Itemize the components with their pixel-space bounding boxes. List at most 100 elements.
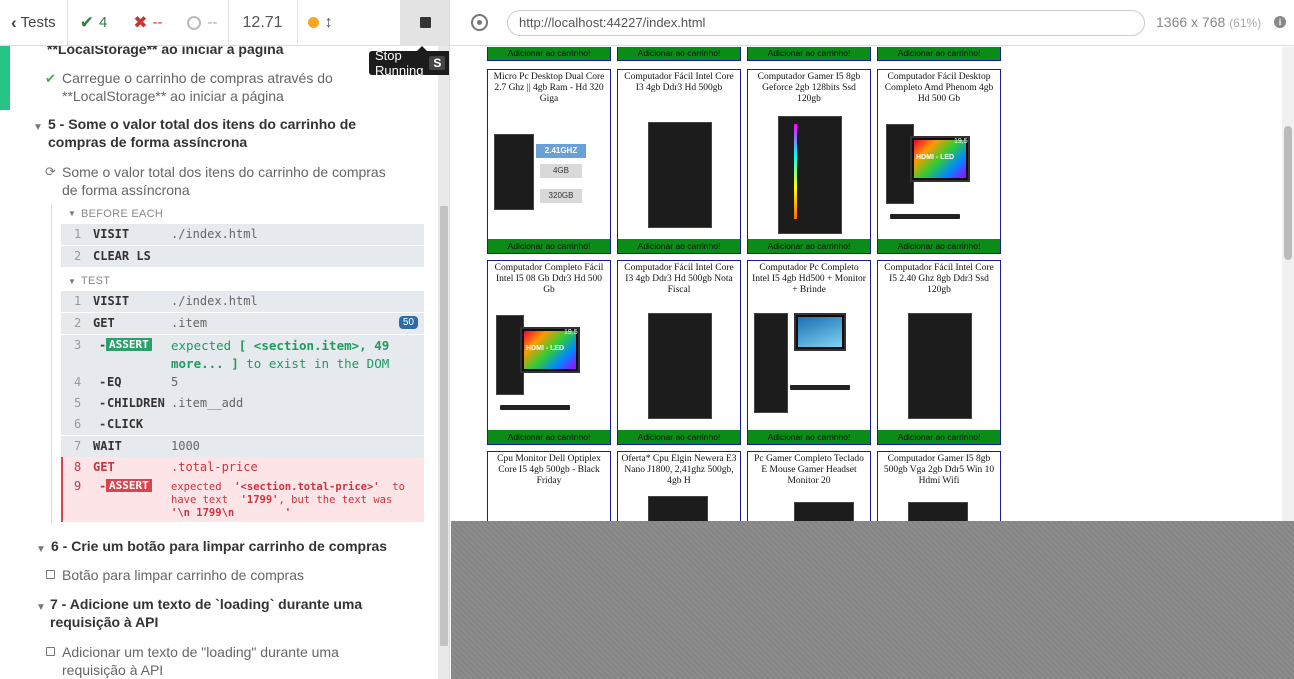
command-name: WAIT bbox=[93, 439, 122, 453]
aut-header: http://localhost:44227/index.html 1366 x… bbox=[450, 0, 1294, 46]
tests-button[interactable]: ‹ Tests bbox=[0, 0, 67, 46]
test-6-title[interactable]: Botão para limpar carrinho de compras bbox=[62, 566, 304, 584]
command-message: .item__add bbox=[171, 396, 244, 410]
product-item: Oferta* Cpu Elgin Newera E3 Nano J1800, … bbox=[617, 451, 741, 521]
add-to-cart-button[interactable]: Adicionar ao carrinho! bbox=[487, 47, 611, 61]
assert-badge: ASSERT bbox=[106, 338, 152, 351]
command-number: 9 bbox=[74, 479, 82, 493]
product-image bbox=[620, 305, 738, 427]
scroll-toggle-icon[interactable]: ↕ bbox=[325, 14, 333, 32]
aut-scrollbar-thumb[interactable] bbox=[1284, 126, 1292, 260]
failed-count: ✖ -- bbox=[119, 0, 176, 46]
selector-playground-icon[interactable] bbox=[471, 14, 488, 31]
before-each-header[interactable]: BEFORE EACH bbox=[81, 205, 163, 223]
failed-command-block[interactable]: 8 GET .total-price 9 - ASSERT expected '… bbox=[61, 457, 424, 522]
product-title: Computador Gamer I5 8gb Geforce 2gb 128b… bbox=[757, 72, 861, 104]
pending-value: -- bbox=[207, 14, 218, 31]
test-7-title[interactable]: Adicionar um texto de "loading" durante … bbox=[62, 643, 402, 679]
add-to-cart-button[interactable]: Adicionar ao carrinho! bbox=[488, 239, 610, 253]
command-message: .total-price bbox=[171, 460, 258, 474]
add-to-cart-button[interactable]: Adicionar ao carrinho! bbox=[748, 239, 870, 253]
product-image bbox=[750, 114, 868, 236]
tests-label: Tests bbox=[20, 14, 56, 31]
reporter-scrollbar-thumb[interactable] bbox=[440, 206, 448, 646]
pending-checkbox-icon bbox=[46, 570, 55, 579]
command-name: CHILDREN bbox=[107, 396, 165, 410]
command-row[interactable]: 1 VISIT ./index.html bbox=[61, 291, 424, 312]
add-to-cart-button[interactable]: Adicionar ao carrinho! bbox=[747, 47, 871, 61]
tooltip-label: Stop Running bbox=[375, 48, 424, 78]
add-to-cart-button[interactable]: Adicionar ao carrinho! bbox=[748, 430, 870, 444]
command-name: VISIT bbox=[93, 227, 130, 241]
product-title: Computador Completo Fácil Intel I5 08 Gb… bbox=[494, 263, 604, 295]
suite-5-title[interactable]: 5 - Some o valor total dos itens do carr… bbox=[48, 115, 418, 151]
add-to-cart-button[interactable]: Adicionar ao carrinho! bbox=[488, 430, 610, 444]
pending-checkbox-icon bbox=[46, 647, 55, 656]
product-title: Micro Pc Desktop Dual Core 2.7 Ghz || 4g… bbox=[493, 72, 605, 104]
caret-down-icon[interactable]: ▼ bbox=[33, 119, 43, 137]
caret-down-icon[interactable]: ▼ bbox=[68, 205, 76, 223]
command-row[interactable]: 2 CLEAR LS bbox=[61, 246, 424, 267]
suite-6-title[interactable]: 6 - Crie um botão para limpar carrinho d… bbox=[51, 537, 387, 555]
command-number: 8 bbox=[74, 460, 82, 474]
add-to-cart-button[interactable]: Adicionar ao carrinho! bbox=[878, 430, 1000, 444]
failed-value: -- bbox=[152, 14, 163, 31]
previous-suite-tail: **LocalStorage** ao iniciar a página bbox=[47, 46, 284, 57]
add-to-cart-button[interactable]: Adicionar ao carrinho! bbox=[618, 239, 740, 253]
product-item: Computador Completo Fácil Intel I5 08 Gb… bbox=[487, 260, 611, 445]
caret-down-icon[interactable]: ▼ bbox=[68, 273, 76, 291]
command-row[interactable]: 2 GET .item 50 bbox=[61, 313, 424, 334]
passed-value: 4 bbox=[98, 14, 108, 31]
test-reporter: **LocalStorage** ao iniciar a página ✔ C… bbox=[0, 0, 450, 679]
assert-message: expected [ <section.item>, 49 more... ] … bbox=[171, 338, 390, 371]
command-message: .item bbox=[171, 316, 208, 330]
stop-button[interactable] bbox=[400, 0, 449, 46]
info-icon[interactable]: i bbox=[1274, 16, 1286, 28]
test-5-title[interactable]: Some o valor total dos itens do carrinho… bbox=[62, 163, 402, 199]
command-row[interactable]: 6 - CLICK bbox=[61, 414, 424, 435]
product-title: Cpu Monitor Dell Optiplex Core I5 4gb 50… bbox=[497, 454, 601, 486]
product-title: Computador Fácil Intel Core I5 2.40 Ghz … bbox=[884, 263, 994, 295]
product-title: Computador Gamer I5 8gb 500gb Vga 2gb Dd… bbox=[883, 454, 995, 486]
product-item: Computador Fácil Intel Core I3 4gb Ddr3 … bbox=[617, 260, 741, 445]
command-name: GET bbox=[93, 460, 115, 474]
viewport-size: 1366 x 768 bbox=[1156, 14, 1226, 30]
product-title: Oferta* Cpu Elgin Newera E3 Nano J1800, … bbox=[621, 454, 737, 486]
product-title: Pc Gamer Completo Teclado E Mouse Gamer … bbox=[754, 454, 864, 486]
add-to-cart-button[interactable]: Adicionar ao carrinho! bbox=[878, 239, 1000, 253]
product-item: Computador Gamer I5 8gb 500gb Vga 2gb Dd… bbox=[877, 451, 1001, 521]
command-number: 6 bbox=[74, 417, 82, 431]
command-row[interactable]: 4 - EQ 5 bbox=[61, 372, 424, 393]
command-row[interactable]: 1 VISIT ./index.html bbox=[61, 224, 424, 245]
add-to-cart-button[interactable]: Adicionar ao carrinho! bbox=[618, 430, 740, 444]
test-load-cart[interactable]: Carregue o carrinho de compras através d… bbox=[62, 69, 342, 105]
product-item: Cpu Monitor Dell Optiplex Core I5 4gb 50… bbox=[487, 451, 611, 521]
command-name: VISIT bbox=[93, 294, 130, 308]
stop-running-tooltip: Stop Running S bbox=[369, 46, 449, 78]
suite-7-title[interactable]: 7 - Adicione um texto de `loading` duran… bbox=[50, 595, 430, 631]
command-row[interactable]: 7 WAIT 1000 bbox=[61, 436, 424, 457]
check-icon: ✔ bbox=[79, 12, 94, 32]
command-name: CLEAR LS bbox=[93, 249, 151, 263]
running-dot-icon bbox=[307, 17, 319, 28]
pending-count: -- bbox=[177, 0, 228, 46]
url-bar[interactable]: http://localhost:44227/index.html bbox=[507, 10, 1145, 36]
command-number: 2 bbox=[74, 249, 82, 263]
caret-down-icon[interactable]: ▼ bbox=[36, 541, 46, 559]
product-item: Computador Fácil Intel Core I5 2.40 Ghz … bbox=[877, 260, 1001, 445]
command-number: 3 bbox=[74, 338, 82, 352]
aut-scrollbar[interactable] bbox=[1282, 47, 1294, 521]
product-item: Pc Gamer Completo Teclado E Mouse Gamer … bbox=[747, 451, 871, 521]
runnable-list: **LocalStorage** ao iniciar a página ✔ C… bbox=[0, 46, 438, 679]
add-to-cart-button[interactable]: Adicionar ao carrinho! bbox=[877, 47, 1001, 61]
command-row[interactable]: 5 - CHILDREN .item__add bbox=[61, 393, 424, 414]
stats-bar: ‹ Tests ✔ 4 ✖ -- -- 12.71 ↕ bbox=[0, 0, 449, 46]
add-to-cart-button[interactable]: Adicionar ao carrinho! bbox=[617, 47, 741, 61]
run-state: ↕ bbox=[298, 0, 343, 46]
assert-error-message: expected '<section.total-price>' to have… bbox=[171, 481, 412, 519]
command-row-assert[interactable]: 3 - ASSERT expected [ <section.item>, 49… bbox=[61, 335, 424, 375]
caret-down-icon[interactable]: ▼ bbox=[36, 599, 46, 617]
product-title: Computador Pc Completo Intel I5 4gb Hd50… bbox=[752, 263, 866, 295]
running-spinner-icon: ⟳ bbox=[45, 164, 56, 179]
test-body-header[interactable]: TEST bbox=[81, 272, 110, 290]
